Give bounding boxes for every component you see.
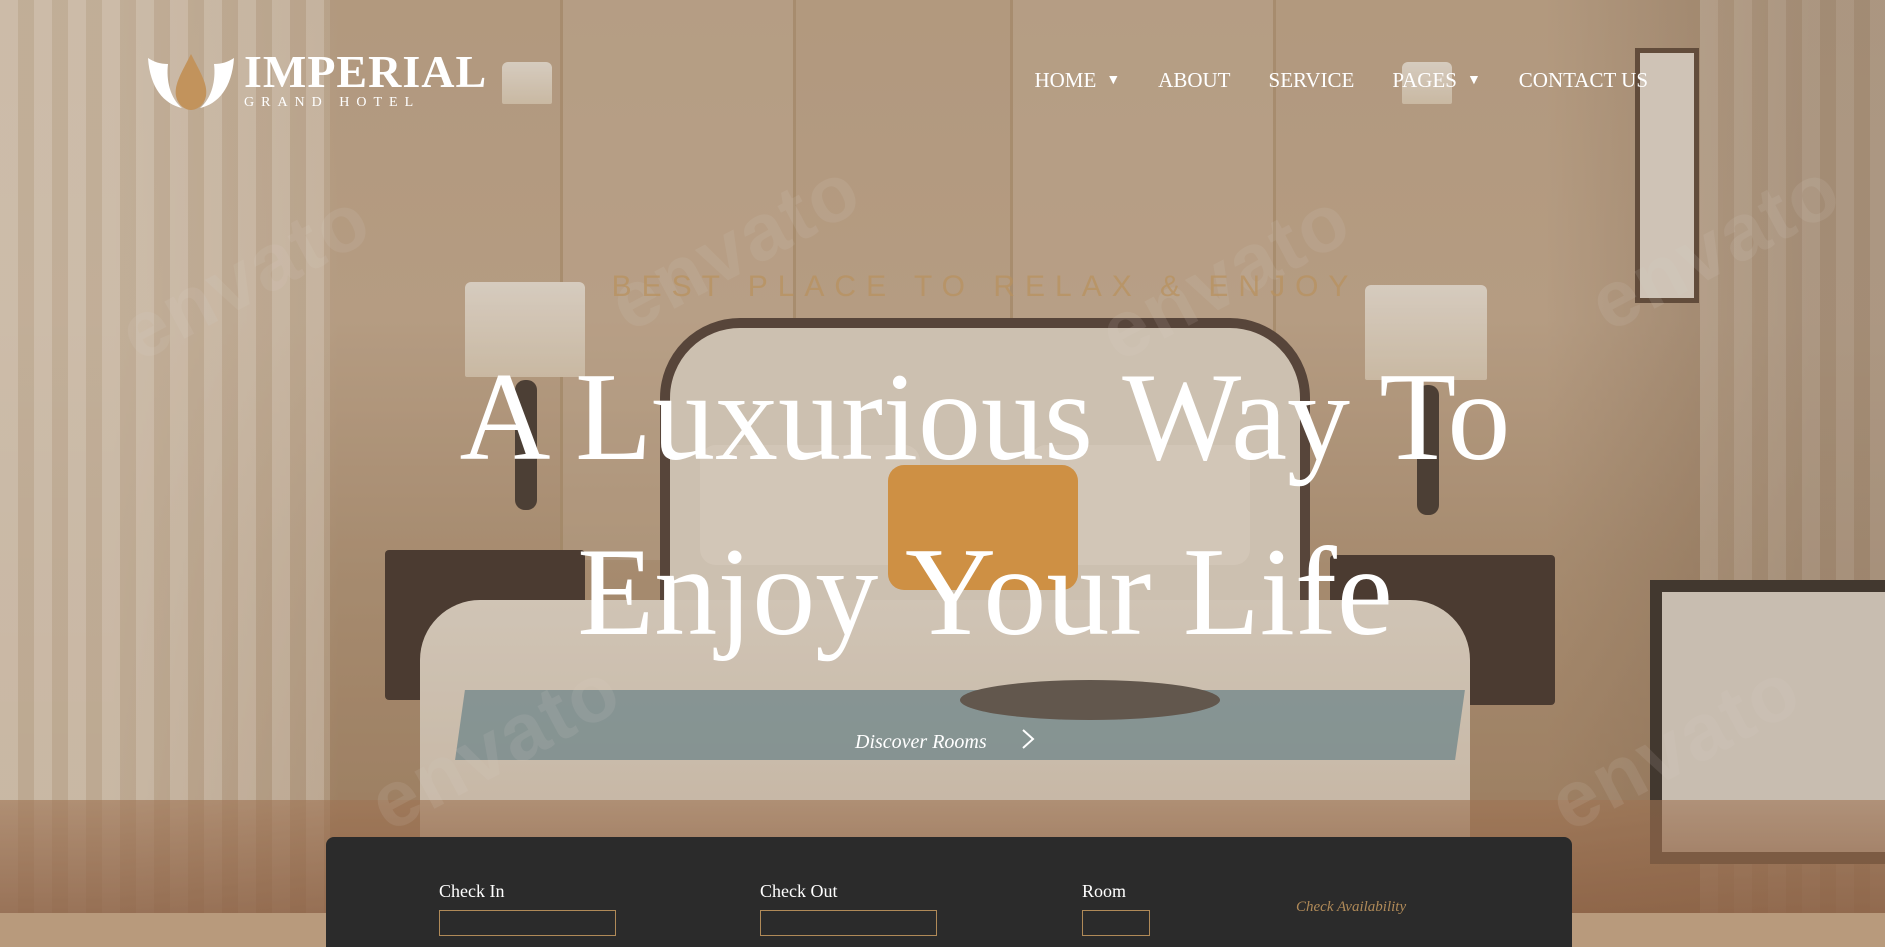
booking-form: Check In Check Out Room Check Availabili… — [326, 837, 1572, 947]
main-navigation: HOME ▼ ABOUT SERVICE PAGES ▼ CONTACT US — [996, 68, 1648, 93]
nav-item-label: ABOUT — [1158, 68, 1231, 92]
discover-rooms-link[interactable]: Discover Rooms — [855, 728, 1035, 757]
check-out-input[interactable] — [760, 910, 937, 936]
hero-headline: A Luxurious Way To Enjoy Your Life — [0, 330, 1885, 680]
discover-rooms-label: Discover Rooms — [855, 731, 987, 753]
brand-subtitle: GRAND HOTEL — [244, 95, 421, 110]
check-out-label: Check Out — [760, 881, 838, 901]
nav-item-contact-us[interactable]: CONTACT US — [1519, 68, 1648, 93]
headline-line-1: A Luxurious Way To — [459, 348, 1511, 487]
check-in-input[interactable] — [439, 910, 616, 936]
flame-logo-icon — [146, 50, 236, 112]
brand-text: IMPERIAL GRAND HOTEL — [244, 46, 488, 111]
room-field: Room — [1082, 881, 1150, 936]
nav-item-label: CONTACT US — [1518, 68, 1648, 92]
check-availability-button[interactable]: Check Availability — [1296, 899, 1406, 916]
check-in-field: Check In — [439, 881, 616, 936]
hero-tagline: BEST PLACE TO RELAX & ENJOY — [611, 270, 1359, 303]
nav-item-pages[interactable]: PAGES ▼ — [1392, 68, 1480, 93]
nav-item-label: SERVICE — [1268, 68, 1355, 92]
nav-item-service[interactable]: SERVICE — [1269, 68, 1355, 93]
check-in-label: Check In — [439, 881, 505, 901]
brand-logo[interactable]: IMPERIAL GRAND HOTEL — [146, 46, 488, 112]
room-label: Room — [1082, 881, 1127, 901]
room-select[interactable] — [1082, 910, 1150, 936]
chevron-right-icon — [1021, 728, 1035, 757]
brand-name: IMPERIAL — [244, 46, 488, 97]
caret-down-icon: ▼ — [1106, 72, 1121, 88]
nav-item-label: PAGES — [1392, 68, 1457, 92]
headline-line-2: Enjoy Your Life — [577, 523, 1393, 662]
nav-item-label: HOME — [1034, 68, 1097, 92]
caret-down-icon: ▼ — [1466, 72, 1481, 88]
check-out-field: Check Out — [760, 881, 937, 936]
nav-item-home[interactable]: HOME ▼ — [1034, 68, 1120, 93]
nav-item-about[interactable]: ABOUT — [1158, 68, 1230, 93]
